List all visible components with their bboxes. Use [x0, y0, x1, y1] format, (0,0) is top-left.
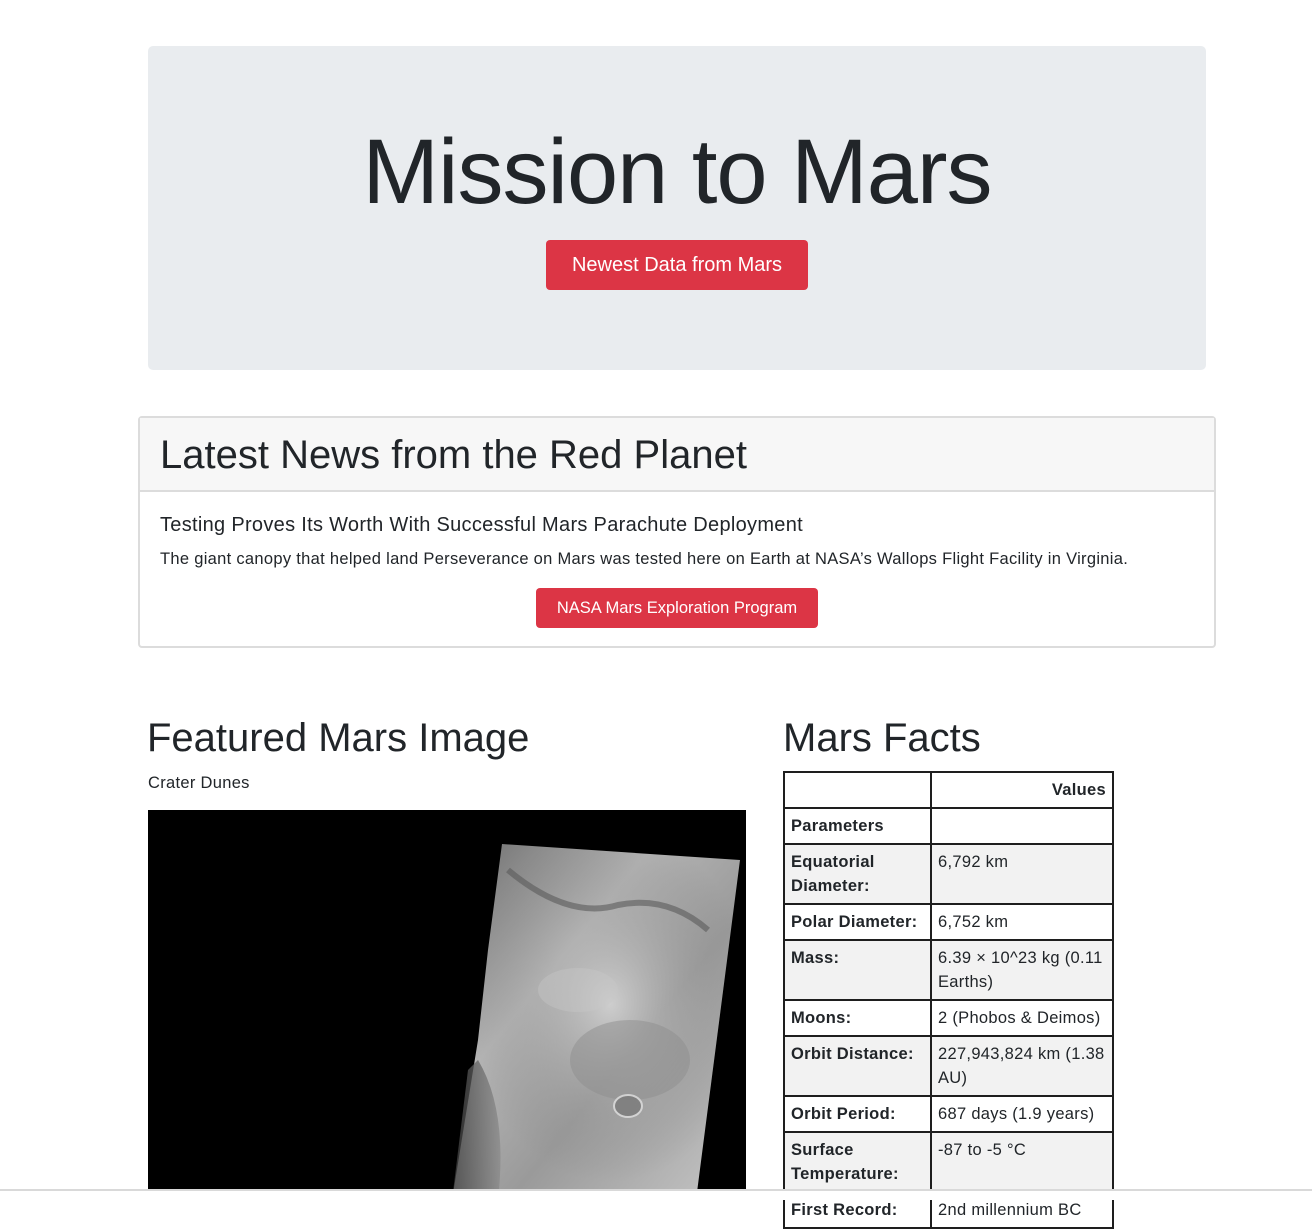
table-row: Orbit Distance: 227,943,824 km (1.38 AU): [783, 1035, 1114, 1097]
row-value: 687 days (1.9 years): [930, 1095, 1114, 1133]
table-header-row: Values: [783, 771, 1114, 809]
mars-facts-section: Mars Facts: [783, 712, 1123, 764]
news-card-header: Latest News from the Red Planet: [140, 418, 1214, 492]
table-header-blank: [783, 771, 932, 809]
news-teaser: The giant canopy that helped land Persev…: [160, 550, 1129, 568]
newest-data-button[interactable]: Newest Data from Mars: [546, 240, 808, 290]
news-card: Latest News from the Red Planet Testing …: [138, 416, 1216, 648]
news-title: Testing Proves Its Worth With Successful…: [160, 514, 804, 536]
row-value: 6,792 km: [930, 843, 1114, 905]
viewport-bottom-edge: [0, 1189, 1312, 1200]
table-row: Orbit Period: 687 days (1.9 years): [783, 1095, 1114, 1133]
table-row: Equatorial Diameter: 6,792 km: [783, 843, 1114, 905]
row-value: 227,943,824 km (1.38 AU): [930, 1035, 1114, 1097]
row-value: 2 (Phobos & Deimos): [930, 999, 1114, 1037]
row-label: Equatorial Diameter:: [783, 843, 932, 905]
row-label: Polar Diameter:: [783, 903, 932, 941]
table-row: Parameters: [783, 807, 1114, 845]
table-row: Polar Diameter: 6,752 km: [783, 903, 1114, 941]
table-header-values: Values: [930, 771, 1114, 809]
row-label: Parameters: [783, 807, 932, 845]
row-value: 6,752 km: [930, 903, 1114, 941]
table-row: Moons: 2 (Phobos & Deimos): [783, 999, 1114, 1037]
jumbotron: Mission to Mars Newest Data from Mars: [148, 46, 1206, 370]
page-title: Mission to Mars: [362, 121, 992, 223]
row-label: Mass:: [783, 939, 932, 1001]
row-value: 6.39 × 10^23 kg (0.11 Earths): [930, 939, 1114, 1001]
table-row: Mass: 6.39 × 10^23 kg (0.11 Earths): [783, 939, 1114, 1001]
row-value: -87 to -5 °C: [930, 1131, 1114, 1193]
featured-image-section: Featured Mars Image Crater Dunes: [147, 712, 747, 793]
row-label: Surface Temperature:: [783, 1131, 932, 1193]
mars-facts-table: Values Parameters Equatorial Diameter: 6…: [783, 771, 1114, 1229]
nasa-mars-exploration-button[interactable]: NASA Mars Exploration Program: [536, 588, 818, 628]
news-section-heading: Latest News from the Red Planet: [160, 433, 747, 477]
featured-image-heading: Featured Mars Image: [147, 716, 530, 760]
row-label: Orbit Distance:: [783, 1035, 932, 1097]
featured-image-caption: Crater Dunes: [148, 774, 250, 792]
row-value: [930, 807, 1114, 845]
row-label: Orbit Period:: [783, 1095, 932, 1133]
table-row: Surface Temperature: -87 to -5 °C: [783, 1131, 1114, 1193]
row-label: Moons:: [783, 999, 932, 1037]
crater-dunes-image: [148, 810, 746, 1200]
mars-facts-heading: Mars Facts: [783, 716, 981, 760]
featured-mars-image[interactable]: [148, 810, 746, 1200]
